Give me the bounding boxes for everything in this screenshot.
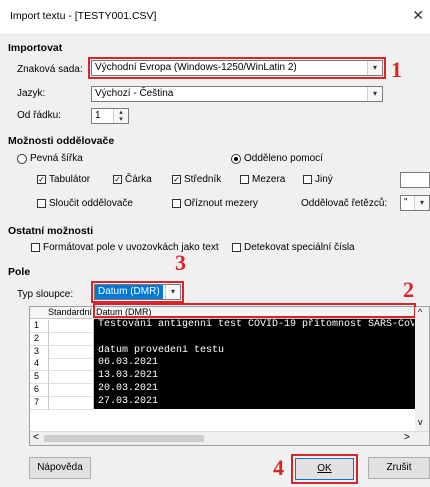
standard-cell[interactable] (49, 396, 94, 410)
column-type-label: Typ sloupce: (17, 289, 74, 300)
standard-cell[interactable] (49, 384, 94, 397)
date-cell[interactable]: 13.03.2021 (98, 370, 414, 381)
trim-label: Oříznout mezery (184, 198, 258, 209)
chevron-down-icon[interactable]: ▾ (414, 196, 429, 210)
separated-label: Odděleno pomocí (244, 153, 323, 164)
detect-special-checkbox[interactable] (232, 243, 241, 252)
help-button[interactable]: Nápověda (29, 457, 91, 479)
scroll-thumb[interactable] (44, 435, 204, 442)
charset-select[interactable]: Východní Evropa (Windows-1250/WinLatin 2… (91, 60, 383, 76)
format-quoted-checkbox[interactable] (31, 243, 40, 252)
other-options-heading: Ostatní možnosti (8, 225, 94, 237)
charset-label: Znaková sada: (17, 64, 83, 75)
fixed-width-radio[interactable] (17, 154, 27, 164)
semicolon-checkbox[interactable]: ✓ (172, 175, 181, 184)
row-number: 1 (34, 320, 40, 330)
import-heading: Importovat (8, 42, 63, 54)
scroll-down-icon[interactable]: v (418, 417, 423, 427)
standard-cell[interactable] (49, 345, 94, 359)
comma-checkbox[interactable]: ✓ (113, 175, 122, 184)
string-delim-value: " (404, 197, 408, 208)
tab-checkbox[interactable]: ✓ (37, 175, 46, 184)
window-title: Import textu - [TESTY001.CSV] (10, 10, 157, 22)
charset-value: Východní Evropa (Windows-1250/WinLatin 2… (95, 62, 297, 73)
language-select[interactable]: Výchozí - Čeština ▾ (91, 86, 383, 102)
chevron-down-icon[interactable]: ▾ (165, 285, 180, 299)
language-value: Výchozí - Čeština (95, 88, 174, 99)
scroll-up-icon[interactable]: ^ (418, 307, 422, 317)
other-input[interactable] (400, 172, 430, 188)
date-cell[interactable]: datum provedení testu (98, 345, 414, 356)
annotation-3: 3 (175, 250, 186, 275)
ok-label: OK (317, 463, 332, 474)
other-checkbox[interactable] (303, 175, 312, 184)
column-header-highlight (93, 303, 416, 318)
row-number: 2 (34, 332, 40, 343)
trim-checkbox[interactable] (172, 199, 181, 208)
row-number-cell[interactable]: 1 (30, 320, 49, 333)
standard-cell[interactable] (49, 332, 94, 346)
annotation-2: 2 (403, 277, 414, 302)
detect-special-label: Detekovat speciální čísla (244, 242, 355, 253)
from-row-spinner[interactable]: 1 ▴ ▾ (91, 108, 129, 124)
chevron-down-icon[interactable]: ▾ (367, 61, 382, 75)
preview-grid[interactable]: Standardní Datum (DMR) ^ v 1 Testování an… (29, 303, 430, 446)
row-number: 3 (34, 345, 40, 356)
close-icon[interactable]: ✕ (412, 7, 424, 24)
fixed-width-label: Pevná šířka (30, 153, 83, 164)
column-type-value: Datum (DMR) (95, 285, 163, 299)
row-number-cell[interactable]: 3 (30, 345, 49, 359)
separated-radio[interactable] (231, 154, 241, 164)
date-cell[interactable]: 27.03.2021 (98, 396, 414, 407)
space-label: Mezera (252, 174, 286, 185)
comma-label: Čárka (125, 174, 152, 185)
cancel-button[interactable]: Zrušit (368, 457, 430, 479)
chevron-down-icon[interactable]: ▾ (367, 87, 382, 101)
cancel-label: Zrušit (386, 462, 412, 473)
column-header-standard[interactable]: Standardní (48, 307, 92, 317)
vertical-scrollbar[interactable]: ^ v (415, 307, 429, 432)
annotation-1: 1 (391, 57, 402, 82)
horizontal-scrollbar[interactable]: < > (30, 431, 429, 445)
language-label: Jazyk: (17, 88, 46, 99)
other-label: Jiný (315, 174, 333, 185)
help-label: Nápověda (37, 462, 83, 473)
row-number-cell[interactable]: 7 (30, 396, 49, 410)
row-number: 4 (34, 358, 40, 369)
string-delim-select[interactable]: " ▾ (400, 195, 430, 211)
semicolon-label: Středník (184, 174, 222, 185)
separator-heading: Možnosti oddělovače (8, 135, 115, 147)
row-number-cell[interactable]: 2 (30, 332, 49, 346)
standard-cell[interactable] (49, 371, 94, 385)
fields-heading: Pole (8, 266, 31, 278)
column-type-select[interactable]: Datum (DMR) ▾ (94, 284, 181, 300)
row-number: 7 (34, 396, 40, 407)
row-number: 5 (34, 371, 40, 382)
date-cell[interactable]: 20.03.2021 (98, 383, 414, 394)
format-quoted-label: Formátovat pole v uvozovkách jako text (43, 242, 219, 253)
scroll-left-icon[interactable]: < (33, 432, 39, 443)
space-checkbox[interactable] (240, 175, 249, 184)
row-number-cell[interactable]: 4 (30, 358, 49, 372)
standard-cell[interactable] (49, 358, 94, 372)
standard-cell[interactable] (49, 320, 94, 333)
annotation-4: 4 (273, 455, 284, 480)
from-row-label: Od řádku: (17, 110, 61, 121)
string-delim-label: Oddělovač řetězců: (301, 198, 388, 209)
row-number-cell[interactable]: 6 (30, 384, 49, 397)
merge-checkbox[interactable] (37, 199, 46, 208)
date-cell[interactable]: Testování antigenní test COVID-19 přítom… (98, 319, 414, 330)
title-bar: Import textu - [TESTY001.CSV] ✕ (0, 0, 430, 35)
tab-label: Tabulátor (49, 174, 91, 185)
scroll-right-icon[interactable]: > (404, 432, 410, 443)
date-cell[interactable]: 06.03.2021 (98, 357, 414, 368)
spinner-arrows-icon[interactable]: ▴ ▾ (113, 109, 128, 123)
ok-button[interactable]: OK (295, 458, 354, 480)
row-number: 6 (34, 384, 40, 394)
merge-label: Sloučit oddělovače (49, 198, 133, 209)
from-row-value: 1 (95, 110, 101, 121)
row-number-cell[interactable]: 5 (30, 371, 49, 385)
